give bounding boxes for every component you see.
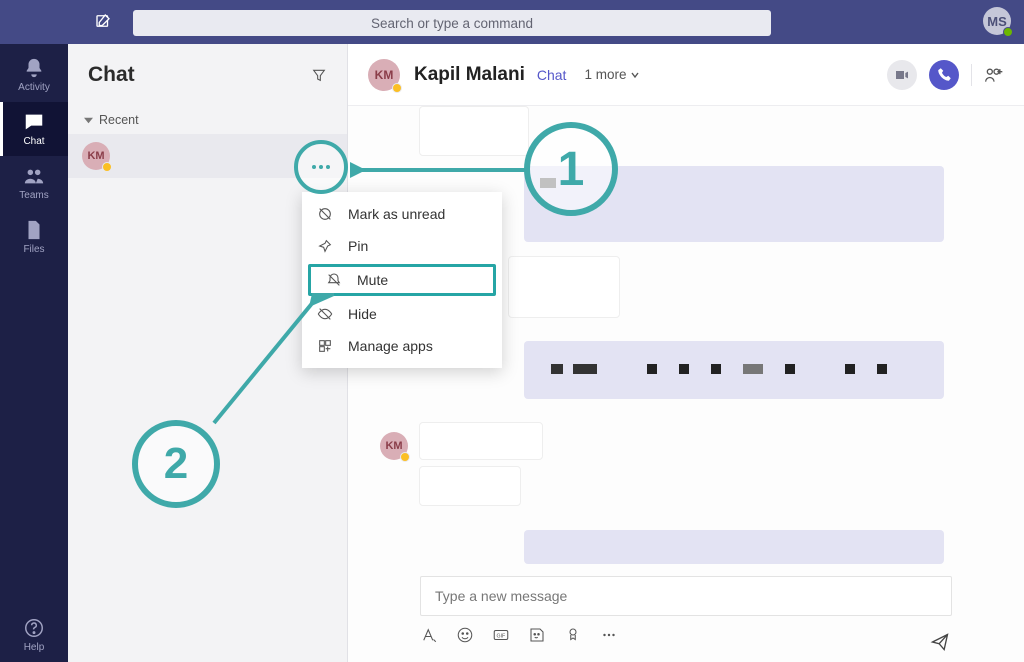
compose-toolbar: GIF <box>420 626 952 644</box>
search-input[interactable]: Search or type a command <box>133 10 771 36</box>
message-bubble <box>419 422 543 460</box>
format-icon[interactable] <box>420 626 438 644</box>
mute-icon <box>325 271 343 289</box>
bell-icon <box>23 57 45 79</box>
ctx-mute[interactable]: Mute <box>308 264 496 296</box>
teams-icon <box>23 165 45 187</box>
ctx-pin[interactable]: Pin <box>302 230 502 262</box>
video-call-button[interactable] <box>887 60 917 90</box>
message-input[interactable]: Type a new message <box>420 576 952 616</box>
message-bubble <box>419 106 529 156</box>
rail-files[interactable]: Files <box>0 210 68 264</box>
tab-more-label: 1 more <box>584 67 626 82</box>
tab-more[interactable]: 1 more <box>584 67 640 82</box>
rail-teams[interactable]: Teams <box>0 156 68 210</box>
avatar-initials: KM <box>375 68 394 82</box>
sticker-icon[interactable] <box>528 626 546 644</box>
compose-area: Type a new message GIF <box>348 572 1024 662</box>
app-rail: Activity Chat Teams Files Help <box>0 44 68 662</box>
message-bubble <box>524 530 944 564</box>
new-chat-button[interactable] <box>92 10 114 32</box>
chevron-down-icon <box>630 70 640 80</box>
avatar-initials: KM <box>87 150 104 162</box>
ctx-mark-unread[interactable]: Mark as unread <box>302 198 502 230</box>
avatar[interactable]: KM <box>368 59 400 91</box>
phone-icon <box>937 67 952 82</box>
praise-icon[interactable] <box>564 626 582 644</box>
conversation-actions <box>887 60 1004 90</box>
chevron-down-icon <box>84 116 93 125</box>
rail-teams-label: Teams <box>19 190 48 201</box>
file-icon <box>23 219 45 241</box>
add-people-button[interactable] <box>984 65 1004 85</box>
ctx-label: Pin <box>348 238 368 254</box>
filter-icon[interactable] <box>311 67 327 83</box>
send-icon <box>930 632 950 652</box>
titlebar: Search or type a command MS <box>0 0 1024 44</box>
gif-icon[interactable]: GIF <box>492 626 510 644</box>
presence-away-icon <box>392 83 402 93</box>
more-icon[interactable] <box>600 626 618 644</box>
rail-help[interactable]: Help <box>0 608 68 662</box>
presence-away-icon <box>400 452 410 462</box>
annotation-arrow-1 <box>350 160 530 180</box>
tab-chat[interactable]: Chat <box>537 67 567 83</box>
video-icon <box>894 67 910 83</box>
presence-available-icon <box>1003 27 1013 37</box>
ctx-label: Hide <box>348 306 377 322</box>
annotation-ellipsis <box>294 140 348 194</box>
annotation-2: 2 <box>132 420 220 508</box>
recent-toggle[interactable]: Recent <box>68 106 347 134</box>
chat-icon <box>23 111 45 133</box>
ctx-label: Manage apps <box>348 338 433 354</box>
mark-unread-icon <box>316 205 334 223</box>
pin-icon <box>316 237 334 255</box>
avatar-initials: KM <box>385 440 402 452</box>
rail-files-label: Files <box>23 244 44 255</box>
emoji-icon[interactable] <box>456 626 474 644</box>
message-bubble <box>419 466 521 506</box>
send-button[interactable] <box>930 632 950 652</box>
rail-chat[interactable]: Chat <box>0 102 68 156</box>
add-people-icon <box>984 65 1004 85</box>
help-icon <box>23 617 45 639</box>
chat-list-header: Chat <box>68 44 347 106</box>
more-icon[interactable] <box>312 165 330 169</box>
compose-icon <box>94 12 112 30</box>
message-bubble <box>508 256 620 318</box>
message-sender: KM <box>380 432 408 460</box>
audio-call-button[interactable] <box>929 60 959 90</box>
annotation-1: 1 <box>524 122 618 216</box>
conversation-title: Kapil Malani <box>414 64 525 86</box>
recent-label: Recent <box>99 113 139 127</box>
svg-text:GIF: GIF <box>497 633 506 639</box>
ctx-label: Mute <box>357 272 388 288</box>
avatar: KM <box>82 142 110 170</box>
chat-panel-title: Chat <box>88 63 135 87</box>
rail-help-label: Help <box>24 642 45 653</box>
rail-chat-label: Chat <box>23 136 44 147</box>
conversation-header: KM Kapil Malani Chat 1 more <box>348 44 1024 106</box>
rail-activity[interactable]: Activity <box>0 48 68 102</box>
rail-activity-label: Activity <box>18 82 50 93</box>
annotation-arrow-2 <box>204 293 334 433</box>
presence-away-icon <box>102 162 112 172</box>
ctx-label: Mark as unread <box>348 206 445 222</box>
avatar: KM <box>380 432 408 460</box>
